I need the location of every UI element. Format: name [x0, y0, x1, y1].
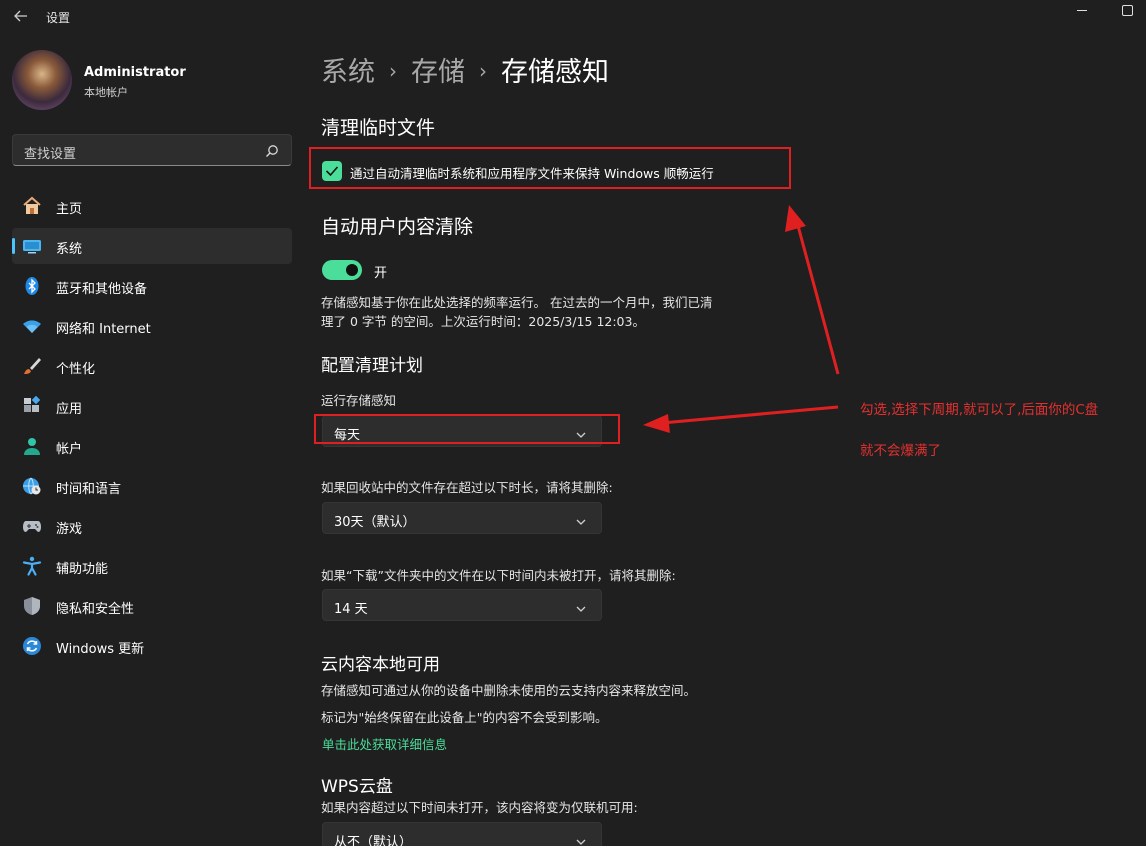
annotation-arrowhead-left [643, 414, 670, 433]
annotation-arrowhead-up [785, 205, 806, 232]
annotation-note-line1: 勾选,选择下周期,就可以了,后面你的C盘 [860, 402, 1099, 418]
annotation-arrow-up [795, 221, 840, 375]
annotation-note-line2: 就不会爆满了 [860, 443, 941, 459]
annotation-arrow-left [661, 405, 839, 425]
annotation-arrows [643, 205, 840, 433]
